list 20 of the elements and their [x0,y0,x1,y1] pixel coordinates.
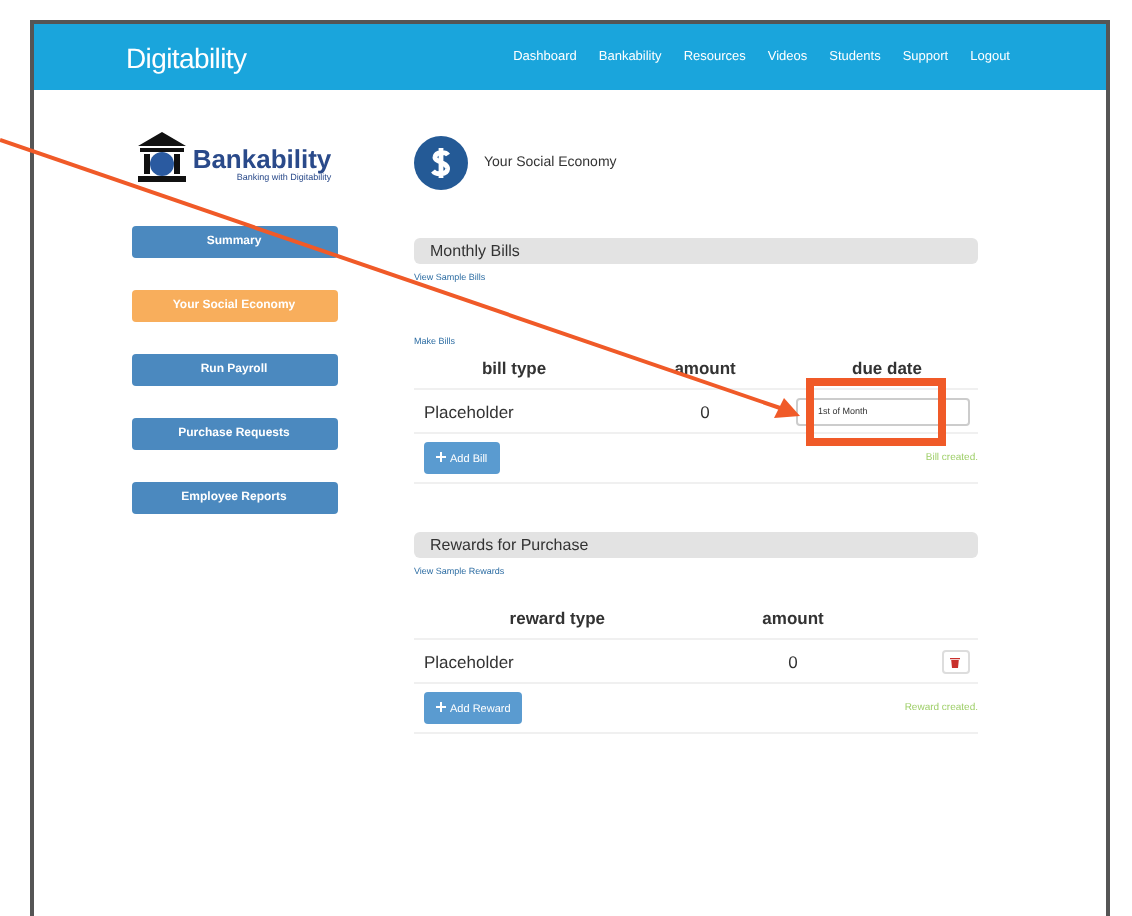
column-header: reward type [507,607,607,627]
trash-icon [950,655,961,667]
table-cell-text: 0 [786,651,800,671]
app-logo[interactable]: Digitability [126,41,247,73]
bank-icon [136,130,189,182]
delete-button[interactable] [941,649,970,673]
column-header: amount [760,607,826,627]
section-header: Monthly Bills [414,238,978,264]
column-header: amount [672,357,738,377]
table-cell-text: 0 [698,401,712,421]
section-header: Rewards for Purchase [414,532,978,558]
table-cell-text: Placeholder [422,651,516,671]
column-header: due date [850,357,924,377]
brand-name: Bankability [192,146,332,172]
plus-icon [436,451,446,461]
plus-icon [436,701,446,711]
table-cell-text: Placeholder [422,401,516,421]
dollar-icon [414,136,468,190]
highlight-box [806,378,946,446]
column-header: bill type [479,357,549,377]
